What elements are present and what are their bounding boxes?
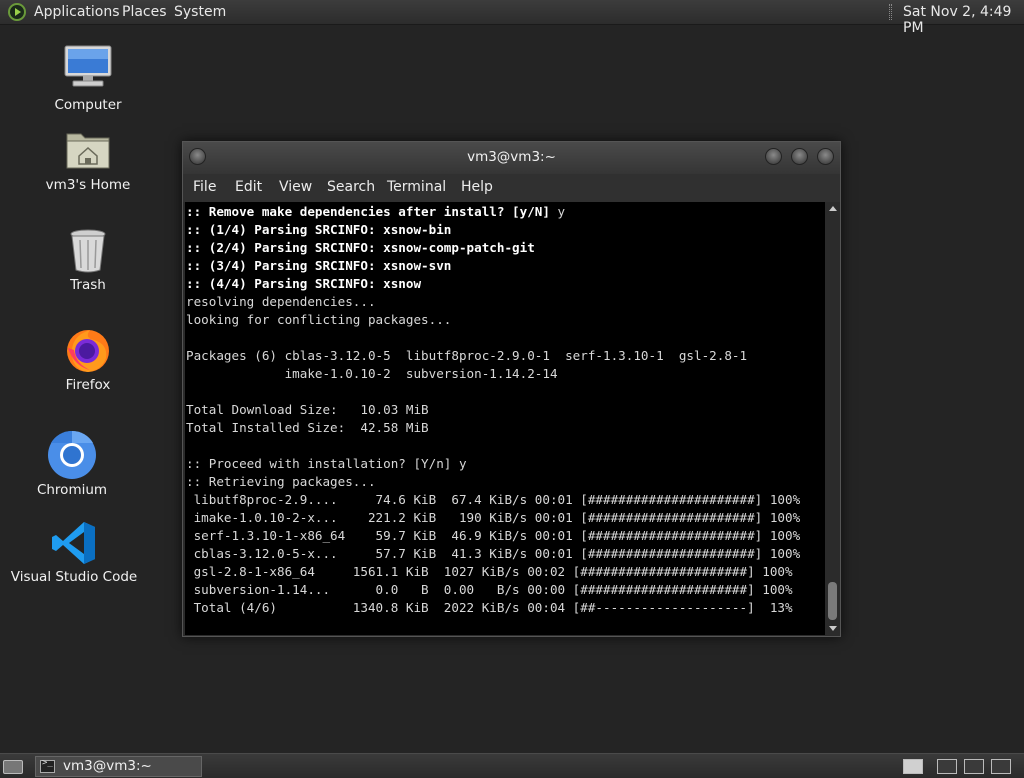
terminal-line: :: Retrieving packages... — [186, 474, 376, 489]
distro-logo-icon[interactable] — [8, 3, 26, 21]
desktop-icon-home[interactable]: vm3's Home — [40, 128, 136, 198]
places-menu[interactable]: Places — [122, 4, 167, 20]
menu-help[interactable]: Help — [461, 179, 493, 195]
menu-view[interactable]: View — [279, 179, 312, 195]
taskbar-label: vm3@vm3:~ — [63, 758, 152, 774]
terminal-output[interactable]: :: Remove make dependencies after instal… — [185, 202, 825, 635]
terminal-line: :: (1/4) Parsing SRCINFO: xsnow-bin — [186, 222, 452, 237]
firefox-icon — [67, 330, 109, 372]
terminal-line: resolving dependencies... — [186, 294, 376, 309]
terminal-line: Total Download Size: 10.03 MiB — [186, 402, 429, 417]
vscode-icon — [52, 522, 95, 564]
terminal-line: imake-1.0.10-2 subversion-1.14.2-14 — [186, 366, 558, 381]
desktop-icon-firefox[interactable]: Firefox — [40, 326, 136, 396]
chromium-icon — [48, 430, 96, 479]
terminal-line: looking for conflicting packages... — [186, 312, 452, 327]
menu-terminal[interactable]: Terminal — [387, 179, 446, 195]
workspace-4[interactable] — [991, 759, 1011, 774]
terminal-line: libutf8proc-2.9.... 74.6 KiB 67.4 KiB/s … — [186, 492, 801, 507]
terminal-menubar: File Edit View Search Terminal Help — [183, 174, 840, 202]
terminal-line: :: (4/4) Parsing SRCINFO: xsnow — [186, 276, 422, 291]
applications-menu[interactable]: Applications — [34, 4, 120, 20]
terminal-line: Packages (6) cblas-3.12.0-5 libutf8proc-… — [186, 348, 748, 363]
workspace-2[interactable] — [937, 759, 957, 774]
terminal-line: Total (4/6) 1340.8 KiB 2022 KiB/s 00:04 … — [186, 600, 793, 615]
clock[interactable]: Sat Nov 2, 4:49 PM — [903, 4, 1024, 36]
terminal-line: serf-1.3.10-1-x86_64 59.7 KiB 46.9 KiB/s… — [186, 528, 801, 543]
desktop-icon-label: Trash — [70, 277, 106, 293]
terminal-text: :: Remove make dependencies after instal… — [185, 202, 825, 617]
menu-file[interactable]: File — [193, 179, 216, 195]
minimize-button[interactable] — [765, 148, 782, 165]
terminal-line: :: Remove make dependencies after instal… — [186, 204, 566, 219]
scroll-up-icon[interactable] — [829, 206, 837, 211]
terminal-line: Total Installed Size: 42.58 MiB — [186, 420, 429, 435]
terminal-line: :: (2/4) Parsing SRCINFO: xsnow-comp-pat… — [186, 240, 535, 255]
desktop-icon-label: vm3's Home — [45, 177, 131, 193]
desktop-icon-trash[interactable]: Trash — [40, 228, 136, 298]
scrollbar-thumb[interactable] — [828, 582, 837, 620]
terminal-icon — [40, 758, 55, 773]
terminal-scrollbar[interactable] — [826, 202, 839, 635]
desktop-icon-chromium[interactable]: Chromium — [24, 430, 120, 500]
desktop-icon-label: Firefox — [65, 377, 111, 393]
trash-icon — [70, 229, 106, 273]
menu-search[interactable]: Search — [327, 179, 375, 195]
computer-icon — [64, 45, 112, 87]
bottom-panel: vm3@vm3:~ — [0, 753, 1024, 778]
workspace-3[interactable] — [964, 759, 984, 774]
terminal-line: imake-1.0.10-2-x... 221.2 KiB 190 KiB/s … — [186, 510, 801, 525]
desktop-icon-vscode[interactable]: Visual Studio Code — [11, 520, 137, 590]
show-desktop-icon[interactable] — [3, 760, 23, 774]
terminal-line: subversion-1.14... 0.0 B 0.00 B/s 00:00 … — [186, 582, 793, 597]
scroll-down-icon[interactable] — [829, 626, 837, 631]
taskbar-terminal-button[interactable]: vm3@vm3:~ — [35, 756, 202, 777]
terminal-window[interactable]: vm3@vm3:~ File Edit View Search Terminal… — [182, 141, 841, 637]
desktop-icon-label: Visual Studio Code — [10, 569, 138, 585]
top-panel: Applications Places System Sat Nov 2, 4:… — [0, 0, 1024, 36]
close-button[interactable] — [817, 148, 834, 165]
terminal-line: gsl-2.8-1-x86_64 1561.1 KiB 1027 KiB/s 0… — [186, 564, 793, 579]
system-menu[interactable]: System — [174, 4, 226, 20]
window-titlebar[interactable]: vm3@vm3:~ — [183, 142, 840, 174]
desktop-icon-label: Computer — [54, 97, 122, 113]
workspace-1[interactable] — [903, 759, 923, 774]
maximize-button[interactable] — [791, 148, 808, 165]
terminal-line: cblas-3.12.0-5-x... 57.7 KiB 41.3 KiB/s … — [186, 546, 801, 561]
menu-edit[interactable]: Edit — [235, 179, 262, 195]
window-title: vm3@vm3:~ — [467, 149, 556, 165]
terminal-line: :: Proceed with installation? [Y/n] y — [186, 456, 467, 471]
panel-separator — [889, 4, 892, 20]
terminal-line: :: (3/4) Parsing SRCINFO: xsnow-svn — [186, 258, 452, 273]
desktop-icon-label: Chromium — [36, 482, 108, 498]
desktop-icon-computer[interactable]: Computer — [40, 44, 136, 116]
home-folder-icon — [66, 133, 110, 169]
